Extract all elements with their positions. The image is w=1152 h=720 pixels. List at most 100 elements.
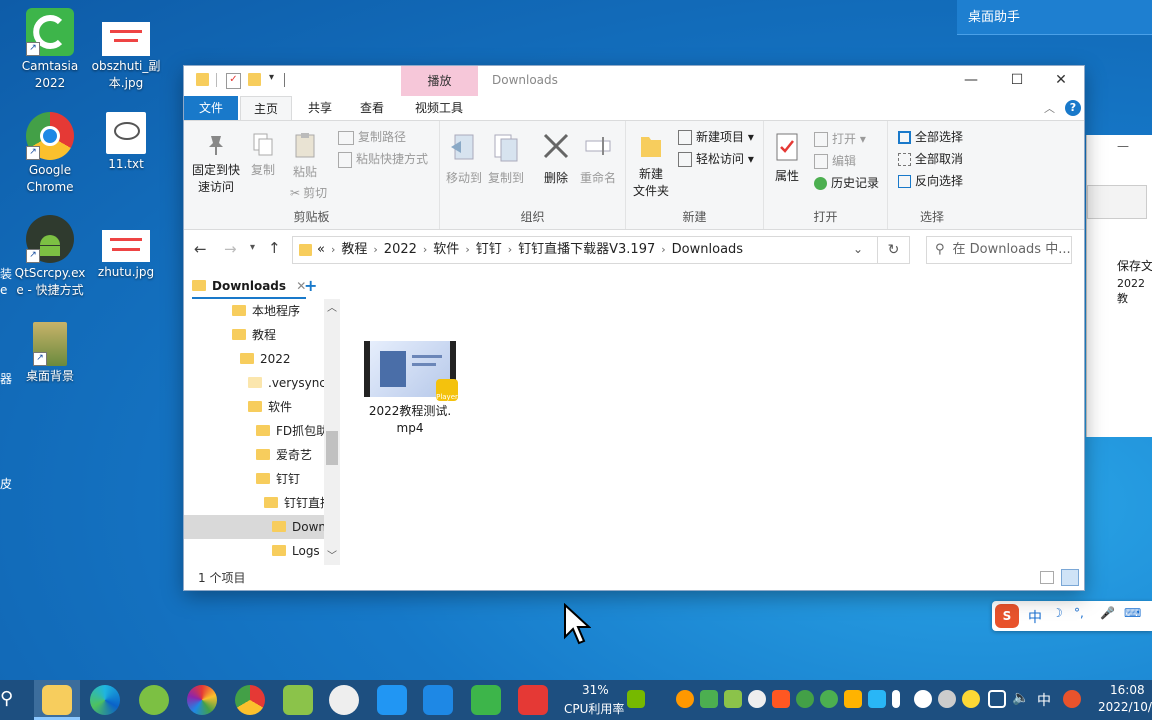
nav-item[interactable]: FD抓包助 (256, 419, 328, 443)
breadcrumb-item[interactable]: 教程 (341, 242, 367, 257)
forward-button[interactable]: → (224, 240, 237, 258)
copy-path-button[interactable]: 复制路径 (338, 129, 406, 145)
maximize-button[interactable]: ☐ (994, 66, 1040, 94)
open-button[interactable]: 打开 ▾ (814, 131, 866, 147)
notepad-icon[interactable] (283, 685, 313, 715)
sogou-tray-icon[interactable] (1063, 690, 1081, 708)
nav-scrollbar[interactable]: ︿ ﹀ (324, 299, 340, 565)
edge-icon[interactable] (90, 685, 120, 715)
nav-item[interactable]: 2022 (240, 347, 291, 371)
keyboard-icon[interactable]: ⌨ (1124, 606, 1141, 620)
breadcrumb-item[interactable]: 2022 (384, 242, 417, 257)
microphone-icon[interactable]: 🎤 (1100, 606, 1115, 620)
address-bar[interactable]: «› 教程 › 2022 › 软件 › 钉钉 › 钉钉直播下载器V3.197 › Downloads … (292, 236, 878, 264)
nav-item-selected[interactable]: Downl (272, 515, 329, 539)
refresh-button[interactable]: ↻ (878, 236, 910, 264)
nav-item[interactable]: 爱奇艺 (256, 443, 312, 467)
scroll-up-icon[interactable]: ︿ (327, 299, 337, 314)
file-explorer-taskbar-icon[interactable] (42, 685, 72, 715)
breadcrumb-item[interactable]: 钉钉直播下载器V3.197 (518, 242, 655, 257)
desktop-icon-zhutu[interactable]: zhutu.jpg (87, 230, 165, 281)
search-tray-icon[interactable] (676, 690, 694, 708)
up-button[interactable]: ↑ (268, 239, 281, 257)
moon-icon[interactable]: ☽ (1052, 606, 1063, 620)
tray-icon[interactable] (748, 690, 766, 708)
file-item[interactable]: Player 2022教程测试. mp4 (362, 341, 458, 437)
large-icons-view-icon[interactable] (1061, 569, 1079, 586)
clock-time[interactable]: 16:08 (1110, 683, 1145, 697)
breadcrumb-item[interactable]: Downloads (672, 242, 743, 257)
context-tab-play[interactable]: 播放 (401, 66, 478, 96)
nav-item[interactable]: 本地程序 (232, 299, 300, 323)
wechat-icon[interactable] (820, 690, 838, 708)
properties-button[interactable]: 属性 (768, 131, 806, 185)
desktop-icon-chrome[interactable]: ↗ Google Chrome (11, 112, 89, 196)
tab-video-tools[interactable]: 视频工具 (402, 96, 476, 120)
desktop-icon-obszhuti[interactable]: obszhuti_副 本.jpg (87, 22, 165, 92)
tray-icon[interactable] (938, 690, 956, 708)
camtasia-recorder-icon[interactable] (518, 685, 548, 715)
select-all-button[interactable]: 全部选择 (898, 129, 963, 145)
network-icon[interactable] (988, 690, 1006, 708)
tab-share[interactable]: 共享 (294, 96, 346, 120)
nav-item[interactable]: 钉钉直播 (264, 491, 332, 515)
ime-mode-label[interactable]: 中 (1028, 607, 1042, 627)
cut-button[interactable]: ✂ 剪切 (290, 185, 327, 201)
green-app-icon[interactable] (139, 685, 169, 715)
properties-check-icon[interactable]: ✓ (226, 73, 241, 89)
nav-item[interactable]: 钉钉 (256, 467, 300, 491)
copy-button[interactable]: 复制 (246, 131, 280, 179)
ime-indicator[interactable]: 中 (1037, 690, 1051, 710)
folder-tab[interactable]: Downloads ✕ (192, 275, 307, 299)
tray-icon[interactable] (772, 690, 790, 708)
tab-view[interactable]: 查看 (346, 96, 398, 120)
search-input[interactable]: ⚲ 在 Downloads 中... (926, 236, 1072, 264)
volume-icon[interactable]: 🔈 (1012, 690, 1029, 706)
nav-item[interactable]: 软件 (248, 395, 292, 419)
history-button[interactable]: 历史记录 (814, 175, 879, 191)
desktop-icon-camtasia[interactable]: ↗ Camtasia 2022 (11, 8, 89, 92)
back-button[interactable]: ← (194, 240, 207, 258)
paste-button[interactable]: 粘贴 (288, 131, 322, 181)
copy-to-button[interactable]: 复制到 (486, 131, 526, 187)
colorful-app-icon[interactable] (187, 685, 217, 715)
breadcrumb-item[interactable]: 钉钉 (476, 242, 502, 257)
desktop-icon-wallpaper[interactable]: ↗ 桌面背景 (11, 322, 89, 385)
desktop-icon-qtscrcpy[interactable]: ↗ QtScrcpy.ex e - 快捷方式 (11, 215, 89, 299)
tray-icon[interactable] (700, 690, 718, 708)
easy-access-button[interactable]: 轻松访问 ▾ (678, 151, 754, 167)
quick-access-dropdown-icon[interactable]: ▾ (269, 72, 274, 83)
new-item-button[interactable]: 新建项目 ▾ (678, 129, 754, 145)
search-icon[interactable]: ⚲ (0, 688, 13, 709)
tray-icon[interactable] (962, 690, 980, 708)
breadcrumb-overflow[interactable]: « (317, 242, 325, 257)
add-tab-button[interactable]: + (304, 275, 317, 297)
rename-button[interactable]: 重命名 (576, 131, 620, 187)
microphone-tray-icon[interactable] (892, 690, 900, 708)
scroll-down-icon[interactable]: ﹀ (327, 547, 337, 562)
camtasia-taskbar-icon[interactable] (471, 685, 501, 715)
minimize-button[interactable]: — (948, 66, 994, 94)
scroll-thumb[interactable] (326, 431, 338, 465)
tray-icon[interactable] (724, 690, 742, 708)
nvidia-icon[interactable] (627, 690, 645, 708)
file-explorer-window[interactable]: ✓ ▾ 播放 Downloads — ☐ ✕ 文件 主页 共享 查看 视频工具 … (184, 66, 1084, 590)
close-button[interactable]: ✕ (1038, 66, 1084, 94)
details-view-icon[interactable] (1040, 571, 1054, 584)
background-window[interactable]: — 保存文 2022教 (1086, 135, 1152, 437)
new-folder-button[interactable]: 新建 文件夹 (628, 131, 674, 200)
tray-icon[interactable] (796, 690, 814, 708)
blue-app-icon[interactable] (377, 685, 407, 715)
navigation-pane[interactable]: 本地程序 教程 2022 .verysync 软件 FD抓包助 爱奇艺 钉钉 钉… (184, 299, 340, 565)
desktop-icon-11txt[interactable]: 11.txt (87, 112, 165, 173)
help-icon[interactable]: ? (1065, 100, 1081, 116)
punctuation-icon[interactable]: °, (1074, 606, 1084, 620)
sogou-icon[interactable]: S (995, 604, 1019, 628)
recent-locations-button[interactable]: ▾ (250, 242, 255, 253)
pin-quick-access-button[interactable]: 固定到快 速访问 (190, 131, 242, 196)
breadcrumb-item[interactable]: 软件 (433, 242, 459, 257)
chrome-taskbar-icon[interactable] (235, 685, 265, 715)
nav-item[interactable]: Logs (272, 539, 320, 563)
select-none-button[interactable]: 全部取消 (898, 151, 963, 167)
new-folder-quick-icon[interactable] (248, 73, 261, 87)
